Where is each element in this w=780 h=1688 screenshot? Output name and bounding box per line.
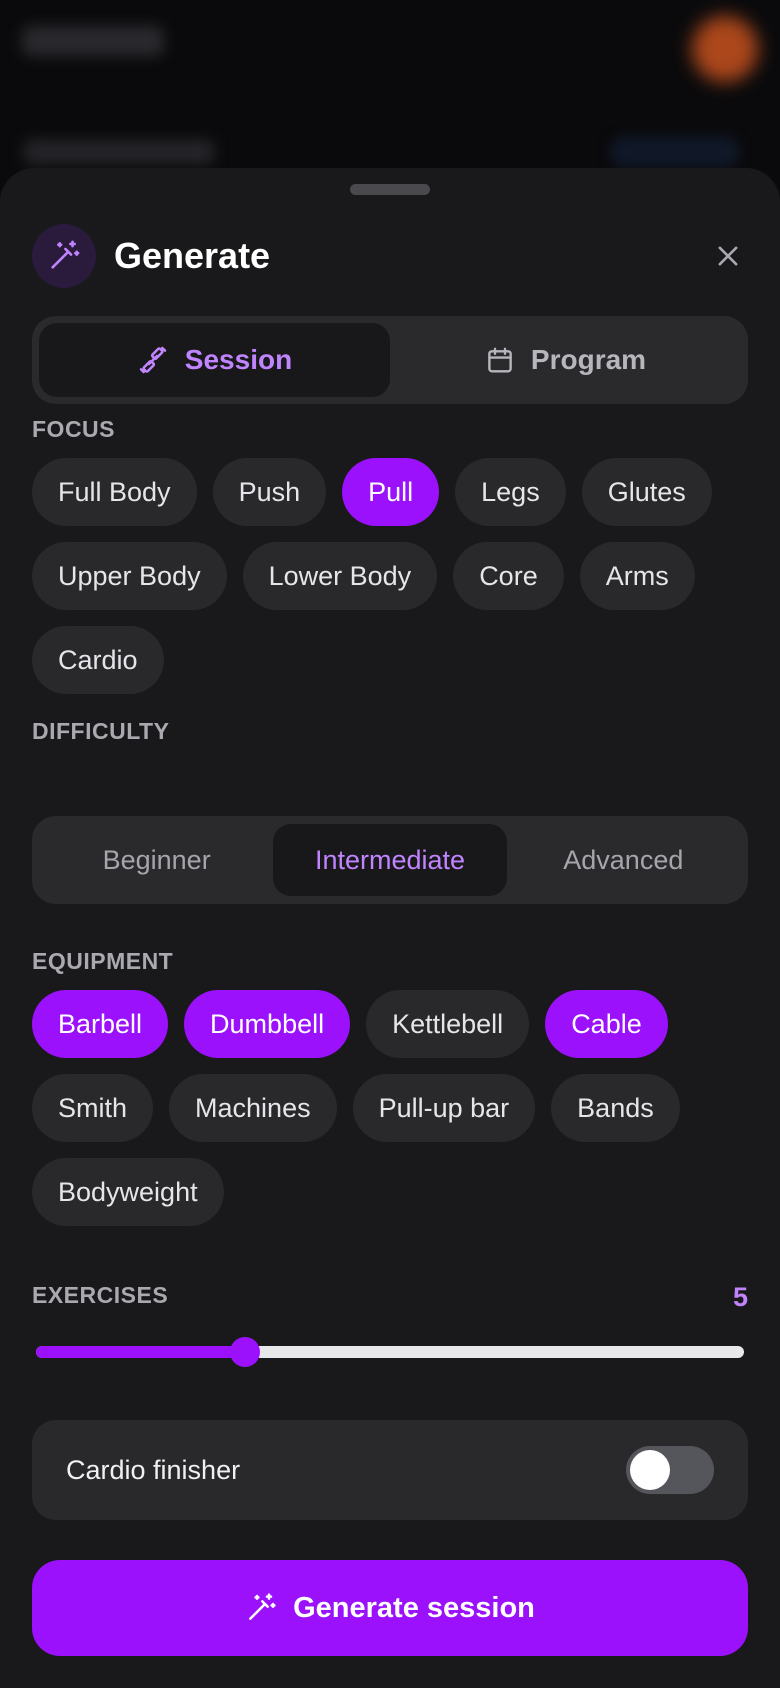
cardio-finisher-toggle[interactable]: [626, 1446, 714, 1494]
exercises-section-label: EXERCISES: [32, 1282, 169, 1308]
generate-session-button[interactable]: Generate session: [32, 1560, 748, 1656]
cardio-finisher-row: Cardio finisher: [32, 1420, 748, 1520]
focus-chip-pull[interactable]: Pull: [342, 458, 440, 526]
focus-chip-group: Full Body Push Pull Legs Glutes Upper Bo…: [32, 458, 748, 694]
mode-tabs: Session Program: [32, 316, 748, 404]
blurred-header-button: [610, 136, 740, 168]
equipment-section-label: EQUIPMENT: [32, 948, 174, 974]
generate-session-label: Generate session: [293, 1591, 535, 1624]
equipment-chip-machines[interactable]: Machines: [169, 1074, 337, 1142]
focus-chip-arms[interactable]: Arms: [579, 542, 695, 610]
close-button[interactable]: [708, 236, 748, 276]
focus-section-label: FOCUS: [32, 416, 115, 442]
focus-chip-upper-body[interactable]: Upper Body: [32, 542, 227, 610]
calendar-icon: [488, 347, 512, 373]
equipment-chip-bodyweight[interactable]: Bodyweight: [32, 1158, 224, 1226]
blurred-avatar: [692, 16, 758, 82]
slider-thumb[interactable]: [229, 1337, 260, 1367]
equipment-chip-dumbbell[interactable]: Dumbbell: [184, 990, 351, 1058]
focus-chip-cardio[interactable]: Cardio: [32, 626, 164, 694]
exercises-count-value: 5: [732, 1282, 748, 1312]
tab-program[interactable]: Program: [390, 323, 741, 397]
tab-session[interactable]: Session: [39, 323, 390, 397]
equipment-chip-group: Barbell Dumbbell Kettlebell Cable Smith …: [32, 990, 748, 1226]
focus-chip-lower-body[interactable]: Lower Body: [242, 542, 438, 610]
cardio-finisher-label: Cardio finisher: [66, 1454, 241, 1485]
sheet-header: Generate: [32, 224, 748, 288]
difficulty-advanced[interactable]: Advanced: [507, 824, 740, 896]
focus-chip-glutes[interactable]: Glutes: [581, 458, 712, 526]
dumbbell-icon: [139, 346, 167, 374]
exercises-slider[interactable]: [36, 1334, 744, 1370]
blurred-app-title: [22, 26, 164, 56]
difficulty-beginner[interactable]: Beginner: [40, 824, 273, 896]
magic-wand-badge: [32, 224, 96, 288]
equipment-chip-kettlebell[interactable]: Kettlebell: [366, 990, 530, 1058]
difficulty-segmented-control: Beginner Intermediate Advanced: [32, 816, 748, 904]
magic-wand-icon: [51, 240, 80, 269]
focus-chip-full-body[interactable]: Full Body: [32, 458, 197, 526]
equipment-chip-bands[interactable]: Bands: [551, 1074, 680, 1142]
tab-session-label: Session: [184, 344, 293, 375]
equipment-chip-barbell[interactable]: Barbell: [32, 990, 169, 1058]
slider-fill: [36, 1346, 245, 1358]
generate-bottom-sheet: Generate Session Program FOCUS Full Body…: [0, 168, 780, 1688]
toggle-knob: [630, 1450, 670, 1490]
difficulty-section-label: DIFFICULTY: [32, 718, 170, 744]
close-icon: [718, 246, 738, 266]
equipment-chip-smith[interactable]: Smith: [32, 1074, 154, 1142]
tab-program-label: Program: [530, 344, 647, 375]
equipment-chip-cable[interactable]: Cable: [545, 990, 668, 1058]
focus-chip-legs[interactable]: Legs: [455, 458, 566, 526]
blurred-section-heading: [24, 140, 214, 164]
focus-chip-push[interactable]: Push: [212, 458, 327, 526]
difficulty-intermediate[interactable]: Intermediate: [273, 824, 507, 896]
focus-chip-core[interactable]: Core: [453, 542, 564, 610]
equipment-chip-pull-up-bar[interactable]: Pull-up bar: [352, 1074, 536, 1142]
background-app-content: [0, 0, 780, 190]
sheet-title: Generate: [114, 235, 271, 276]
magic-wand-icon: [249, 1593, 276, 1620]
sheet-drag-handle[interactable]: [350, 184, 430, 195]
